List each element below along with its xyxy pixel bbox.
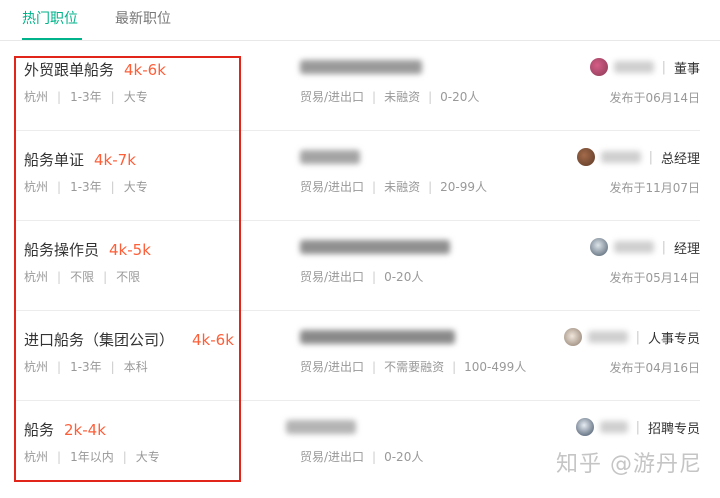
hr-name-blurred <box>613 61 654 73</box>
job-salary: 4k-6k <box>192 331 234 349</box>
hr-role: 人事专员 <box>647 331 700 347</box>
company-info: 贸易/进出口 | 未融资 | 20-99人 <box>300 180 488 194</box>
job-education: 大专 <box>135 450 160 464</box>
job-education: 大专 <box>123 90 148 104</box>
hr-contact[interactable]: | 经理 <box>589 237 700 257</box>
job-education: 本科 <box>123 360 148 374</box>
hr-contact[interactable]: | 总经理 <box>576 147 700 167</box>
job-experience: 不限 <box>70 270 95 284</box>
job-city: 杭州 <box>24 450 49 464</box>
avatar <box>589 58 608 76</box>
job-requirements: 杭州 | 1年以内 | 大专 <box>24 450 160 464</box>
job-title[interactable]: 船务 2k-4k <box>24 419 106 440</box>
company-industry: 贸易/进出口 <box>300 270 365 284</box>
job-row[interactable]: 船务单证 4k-7k 杭州 | 1-3年 | 大专 贸易/进出口 | 未融资 | 20-99人 |… <box>14 131 700 221</box>
job-requirements: 杭州 | 1-3年 | 本科 <box>24 360 148 374</box>
company-funding: 未融资 <box>384 180 421 194</box>
company-size: 0-20人 <box>384 450 424 464</box>
job-title-text[interactable]: 进口船务（集团公司） <box>24 331 174 349</box>
company-funding: 不需要融资 <box>384 360 445 374</box>
job-salary: 2k-4k <box>64 421 106 439</box>
avatar <box>576 148 595 166</box>
company-industry: 贸易/进出口 <box>300 450 365 464</box>
hr-name-blurred <box>599 421 628 433</box>
hr-contact[interactable]: | 董事 <box>589 57 700 77</box>
company-info: 贸易/进出口 | 未融资 | 0-20人 <box>300 90 480 104</box>
company-industry: 贸易/进出口 <box>300 180 365 194</box>
job-education: 不限 <box>116 270 141 284</box>
avatar <box>563 328 582 346</box>
company-size: 100-499人 <box>464 360 527 374</box>
company-size: 20-99人 <box>440 180 488 194</box>
job-row[interactable]: 外贸跟单船务 4k-6k 杭州 | 1-3年 | 大专 贸易/进出口 | 未融资 | 0-20人 … <box>14 41 700 131</box>
hr-contact[interactable]: | 招聘专员 <box>575 417 700 437</box>
hr-role: 招聘专员 <box>647 421 700 437</box>
job-row[interactable]: 船务操作员 4k-5k 杭州 | 不限 | 不限 贸易/进出口 | 0-20人 | 经理 发布… <box>14 221 700 311</box>
publish-date: 发布于04月16日 <box>609 361 700 375</box>
hr-role: 经理 <box>673 241 700 257</box>
tab-latest-jobs[interactable]: 最新职位 <box>115 8 171 28</box>
company-name-blurred[interactable] <box>300 239 470 259</box>
company-info: 贸易/进出口 | 0-20人 <box>300 270 424 284</box>
job-experience: 1-3年 <box>70 360 102 374</box>
hr-role: 董事 <box>673 61 700 77</box>
job-requirements: 杭州 | 不限 | 不限 <box>24 270 141 284</box>
company-size: 0-20人 <box>440 90 480 104</box>
publish-date: 发布于06月14日 <box>609 91 700 105</box>
job-salary: 4k-6k <box>124 61 166 79</box>
avatar <box>589 238 608 256</box>
job-city: 杭州 <box>24 360 49 374</box>
company-info: 贸易/进出口 | 0-20人 <box>300 450 424 464</box>
job-tabs: 热门职位 最新职位 <box>0 0 720 41</box>
company-industry: 贸易/进出口 <box>300 360 365 374</box>
company-funding: 未融资 <box>384 90 421 104</box>
job-title-text[interactable]: 船务操作员 <box>24 241 99 259</box>
hr-name-blurred <box>587 331 628 343</box>
job-title[interactable]: 外贸跟单船务 4k-6k <box>24 59 166 80</box>
job-title-text[interactable]: 船务 <box>24 421 54 439</box>
hr-name-blurred <box>600 151 641 163</box>
publish-date: 发布于05月14日 <box>609 271 700 285</box>
job-salary: 4k-7k <box>94 151 136 169</box>
job-experience: 1-3年 <box>70 90 102 104</box>
company-size: 0-20人 <box>384 270 424 284</box>
tab-hot-jobs[interactable]: 热门职位 <box>22 8 78 28</box>
job-requirements: 杭州 | 1-3年 | 大专 <box>24 180 148 194</box>
job-experience: 1年以内 <box>70 450 114 464</box>
active-tab-indicator <box>22 38 82 40</box>
company-info: 贸易/进出口 | 不需要融资 | 100-499人 <box>300 360 527 374</box>
company-name-blurred[interactable] <box>300 329 470 349</box>
job-city: 杭州 <box>24 180 49 194</box>
job-title[interactable]: 船务操作员 4k-5k <box>24 239 151 260</box>
job-city: 杭州 <box>24 270 49 284</box>
job-title[interactable]: 进口船务（集团公司） 4k-6k <box>24 329 234 350</box>
job-city: 杭州 <box>24 90 49 104</box>
avatar <box>575 418 594 436</box>
job-title-text[interactable]: 船务单证 <box>24 151 84 169</box>
company-name-blurred[interactable] <box>286 419 456 439</box>
job-title[interactable]: 船务单证 4k-7k <box>24 149 136 170</box>
hr-role: 总经理 <box>660 151 700 167</box>
job-salary: 4k-5k <box>109 241 151 259</box>
hr-name-blurred <box>613 241 654 253</box>
company-name-blurred[interactable] <box>300 149 470 169</box>
job-title-text[interactable]: 外贸跟单船务 <box>24 61 114 79</box>
company-industry: 贸易/进出口 <box>300 90 365 104</box>
company-name-blurred[interactable] <box>300 59 470 79</box>
publish-date: 发布于11月07日 <box>609 181 700 195</box>
job-experience: 1-3年 <box>70 180 102 194</box>
hr-contact[interactable]: | 人事专员 <box>563 327 700 347</box>
job-education: 大专 <box>123 180 148 194</box>
job-row[interactable]: 进口船务（集团公司） 4k-6k 杭州 | 1-3年 | 本科 贸易/进出口 | 不需要融资 |… <box>14 311 700 401</box>
job-requirements: 杭州 | 1-3年 | 大专 <box>24 90 148 104</box>
zhihu-watermark: 知乎 @游丹尼 <box>556 452 702 477</box>
